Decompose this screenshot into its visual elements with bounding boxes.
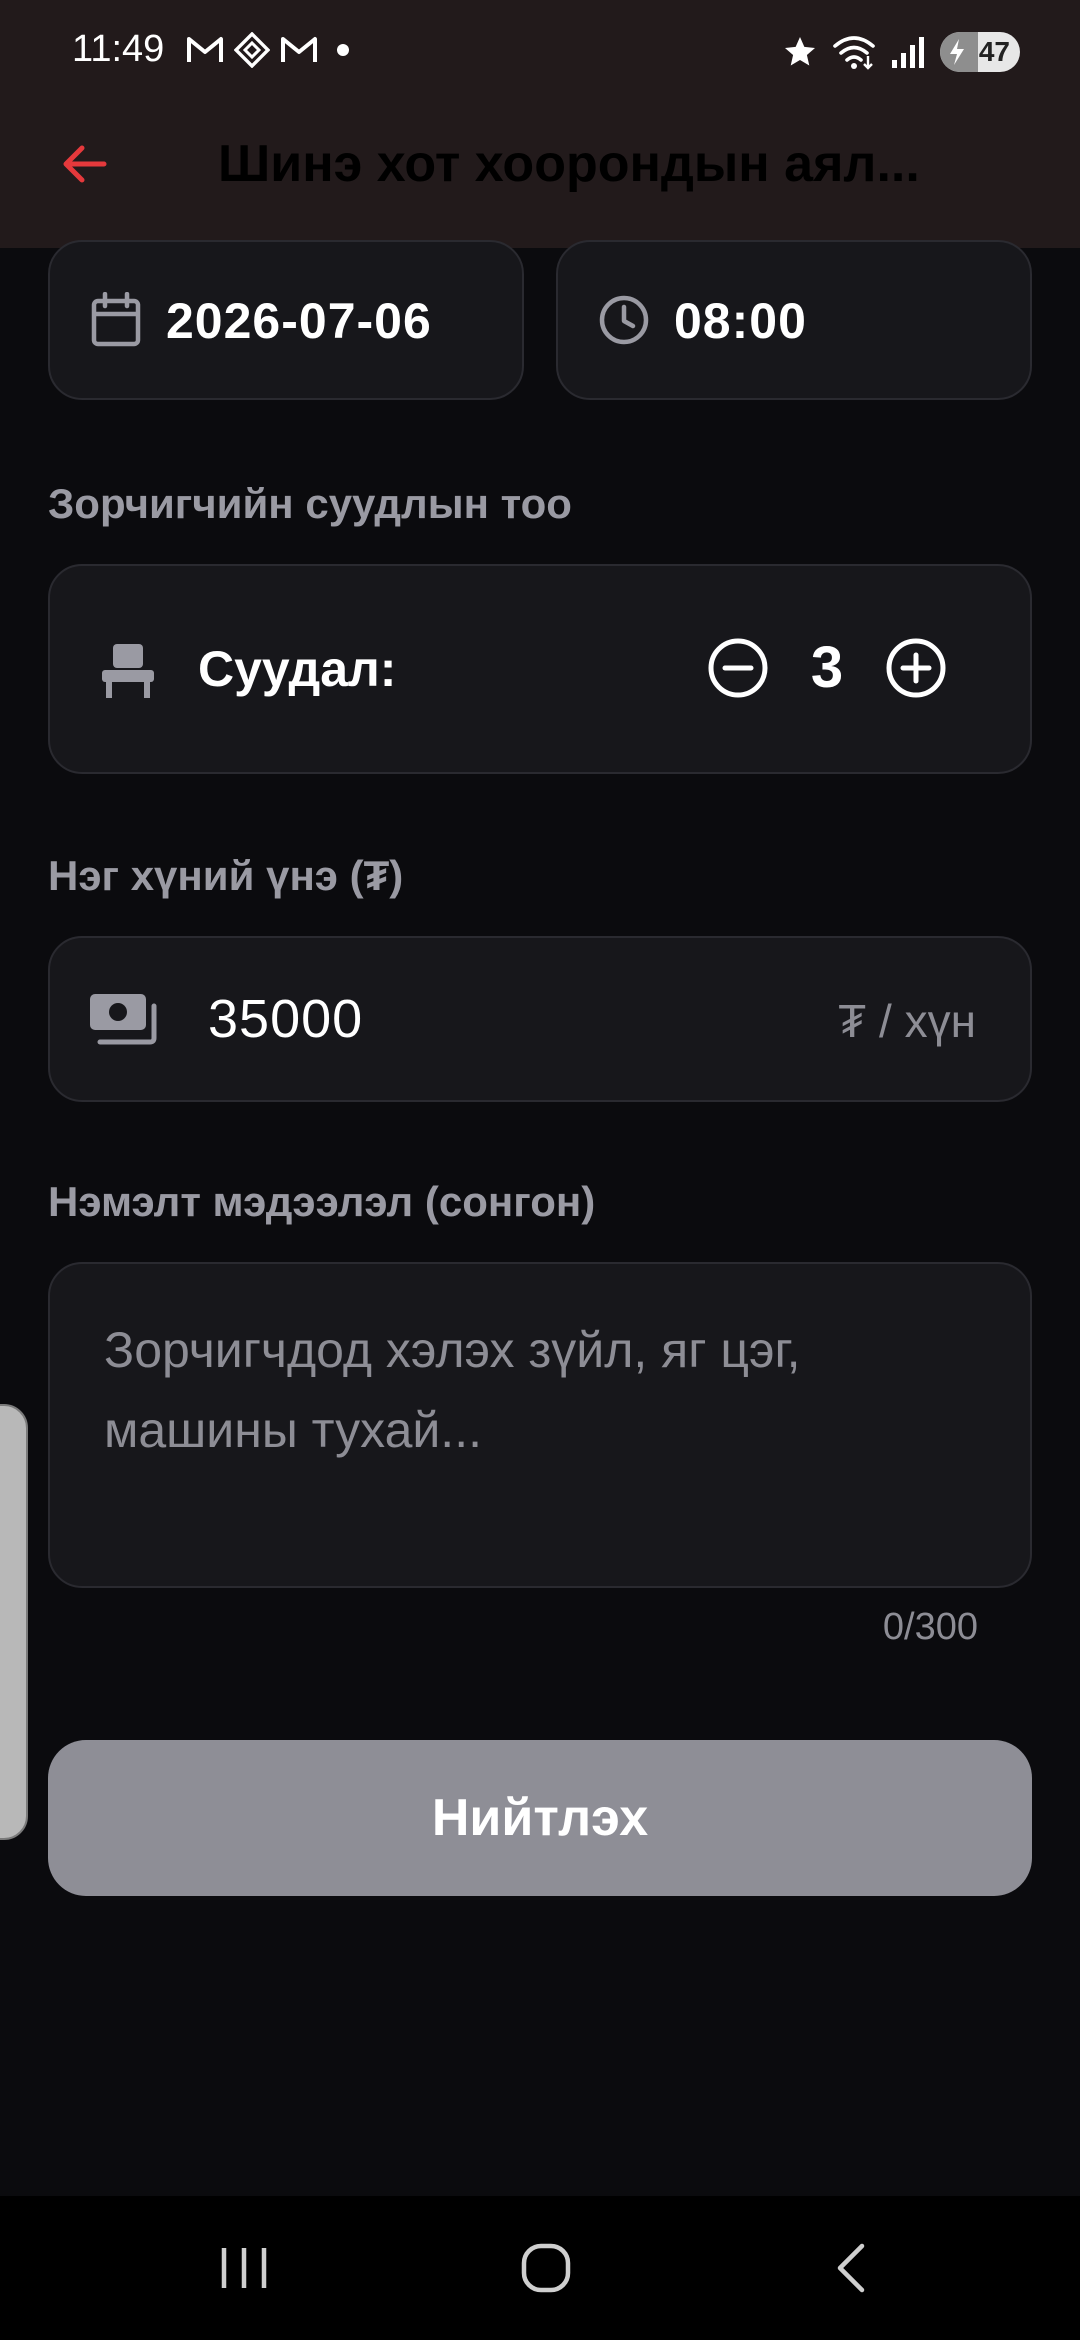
price-input[interactable]: 35000 ₮ / хүн [48,936,1032,1102]
clock-icon [599,295,649,345]
wifi-icon [833,36,875,70]
binance-icon [234,32,270,68]
system-nav-bar [0,2196,1080,2340]
note-section-label: Нэмэлт мэдээлэл (сонгон) [48,1178,596,1225]
home-button[interactable] [498,2232,594,2304]
money-icon [90,994,157,1045]
seat-label: Суудал: [198,641,397,697]
recents-icon [221,2248,267,2288]
increase-seat-button[interactable] [884,636,948,700]
date-value: 2026-07-06 [166,293,432,349]
price-section-label: Нэг хүний үнэ (₮) [48,852,404,899]
arrow-left-icon [63,145,107,183]
status-time: 11:49 [72,28,165,70]
page-title: Шинэ хот хоорондын аял... [218,135,920,193]
note-placeholder: Зорчигчдод хэлэх зүйл, яг цэг, машины ту… [104,1322,801,1458]
gmail-icon [187,37,223,62]
date-picker-field[interactable]: 2026-07-06 [48,240,524,400]
note-textarea[interactable]: Зорчигчдод хэлэх зүйл, яг цэг, машины ту… [48,1262,1032,1588]
gmail-icon [281,37,317,62]
time-value: 08:00 [674,293,807,349]
back-button[interactable] [52,132,116,196]
status-bar: 11:49 47 [0,0,1080,100]
time-picker-field[interactable]: 08:00 [556,240,1032,400]
character-counter: 0/300 [882,1606,978,1648]
battery-percent: 47 [978,36,1010,67]
recents-button[interactable] [196,2232,292,2304]
notification-dot-icon [337,44,349,56]
battery-icon: 47 [940,32,1020,72]
back-nav-button[interactable] [802,2232,898,2304]
status-notification-icons [186,30,358,70]
home-icon [521,2243,571,2293]
edge-panel-handle[interactable] [0,1404,28,1840]
seat-stepper: 3 [706,634,948,701]
decrease-seat-button[interactable] [706,636,770,700]
charging-bolt-icon [950,39,964,65]
seat-count: 3 [810,635,844,700]
price-suffix: ₮ / хүн [838,995,976,1047]
seats-section-label: Зорчигчийн суудлын тоо [48,480,572,527]
status-system-icons: 47 [782,30,1020,74]
price-value: 35000 [208,989,364,1049]
seat-count-card: Суудал: 3 [48,564,1032,774]
screen: 11:49 47 Шинэ хот хоорондын аял... 2026-… [0,0,1080,2340]
star-icon [785,37,815,66]
seat-icon [102,644,154,698]
back-icon [837,2243,865,2293]
publish-button[interactable]: Нийтлэх [48,1740,1032,1896]
signal-icon [892,37,924,68]
calendar-icon [91,292,141,347]
